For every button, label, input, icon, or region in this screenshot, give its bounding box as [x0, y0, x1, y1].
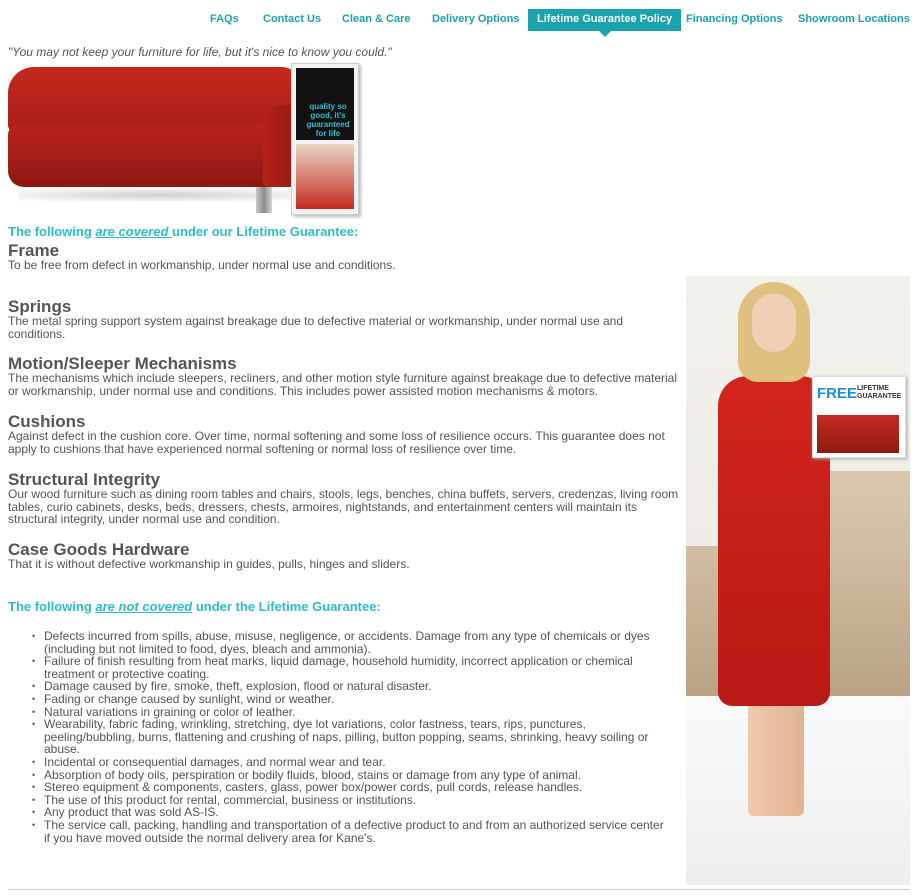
- card-sofa-image: [817, 415, 899, 453]
- section-body: That it is without defective workmanship…: [8, 557, 410, 571]
- sofa-leg: [256, 187, 272, 213]
- exclusion-item: Defects incurred from spills, abuse, mis…: [32, 630, 672, 655]
- section-body: The mechanisms which include sleepers, r…: [8, 371, 678, 398]
- exclusion-item: Incidental or consequential damages, and…: [32, 756, 672, 769]
- section-body: Our wood furniture such as dining room t…: [8, 487, 679, 526]
- card-lifetime-text: LIFETIME GUARANTEE: [857, 385, 902, 400]
- covered-heading: The following are covered under our Life…: [8, 224, 358, 239]
- exclusion-item: The service call, packing, handling and …: [32, 819, 672, 844]
- top-nav: FAQs Contact Us Clean & Care Delivery Op…: [0, 9, 918, 37]
- free-guarantee-card: FREE LIFETIME GUARANTEE: [812, 376, 906, 458]
- section-cushions: Cushions Against defect in the cushion c…: [8, 413, 680, 455]
- section-title: Structural Integrity: [8, 470, 161, 489]
- model-face: [752, 294, 796, 352]
- card-free-text: FREE: [817, 385, 858, 402]
- section-title: Case Goods Hardware: [8, 540, 190, 559]
- exclusions-list: Defects incurred from spills, abuse, mis…: [32, 630, 672, 844]
- bottom-divider: [8, 889, 910, 890]
- exclusion-item: Wearability, fabric fading, wrinkling, s…: [32, 718, 672, 756]
- section-frame: Frame To be free from defect in workmans…: [8, 242, 680, 272]
- nav-active-label: Lifetime Guarantee Policy: [537, 13, 673, 25]
- brochure-cover: quality so good, it's guaranteed for lif…: [296, 68, 354, 140]
- nav-financing-options[interactable]: Financing Options: [686, 9, 783, 31]
- nav-showroom-locations[interactable]: Showroom Locations: [798, 9, 910, 31]
- exclusion-item: Failure of finish resulting from heat ma…: [32, 655, 672, 680]
- nav-clean-care[interactable]: Clean & Care: [342, 9, 410, 31]
- section-title: Springs: [8, 297, 72, 316]
- section-body: To be free from defect in workmanship, u…: [8, 258, 396, 272]
- not-covered-heading-pre: The following: [8, 599, 96, 614]
- section-springs: Springs The metal spring support system …: [8, 298, 680, 340]
- brochure-photo: [296, 144, 354, 209]
- section-title: Motion/Sleeper Mechanisms: [8, 354, 237, 373]
- sofa-seat: [8, 125, 300, 187]
- sofa-back: [8, 67, 300, 133]
- section-structural-integrity: Structural Integrity Our wood furniture …: [8, 471, 680, 526]
- section-body: Against defect in the cushion core. Over…: [8, 429, 665, 456]
- hero-sofa-image: quality so good, it's guaranteed for lif…: [8, 63, 359, 216]
- section-motion-sleeper: Motion/Sleeper Mechanisms The mechanisms…: [8, 355, 680, 397]
- section-title: Cushions: [8, 412, 86, 431]
- active-tab-caret-icon: [598, 31, 611, 37]
- not-covered-heading-emphasis: are not covered: [95, 599, 193, 614]
- covered-heading-emphasis: are covered: [95, 224, 172, 239]
- section-body: The metal spring support system against …: [8, 314, 623, 341]
- model-promo-photo: FREE LIFETIME GUARANTEE: [686, 276, 910, 885]
- section-title: Frame: [8, 241, 60, 260]
- nav-contact-us[interactable]: Contact Us: [263, 9, 321, 31]
- nav-faqs[interactable]: FAQs: [210, 9, 239, 31]
- not-covered-heading-post: under the Lifetime Guarantee:: [192, 599, 381, 614]
- exclusion-item: Stereo equipment & components, casters, …: [32, 781, 672, 794]
- model-legs: [748, 701, 804, 816]
- exclusion-item: Fading or change caused by sunlight, win…: [32, 693, 672, 706]
- covered-heading-post: under our Lifetime Guarantee:: [172, 224, 359, 239]
- brochure-text: quality so good, it's guaranteed for lif…: [306, 102, 350, 138]
- nav-delivery-options[interactable]: Delivery Options: [432, 9, 519, 31]
- nav-lifetime-guarantee-policy[interactable]: Lifetime Guarantee Policy: [528, 9, 682, 37]
- guarantee-brochure: quality so good, it's guaranteed for lif…: [291, 63, 359, 215]
- covered-heading-pre: The following: [8, 224, 96, 239]
- not-covered-heading: The following are not covered under the …: [8, 599, 381, 614]
- section-case-goods-hardware: Case Goods Hardware That it is without d…: [8, 541, 680, 571]
- tagline-quote: "You may not keep your furniture for lif…: [8, 45, 392, 59]
